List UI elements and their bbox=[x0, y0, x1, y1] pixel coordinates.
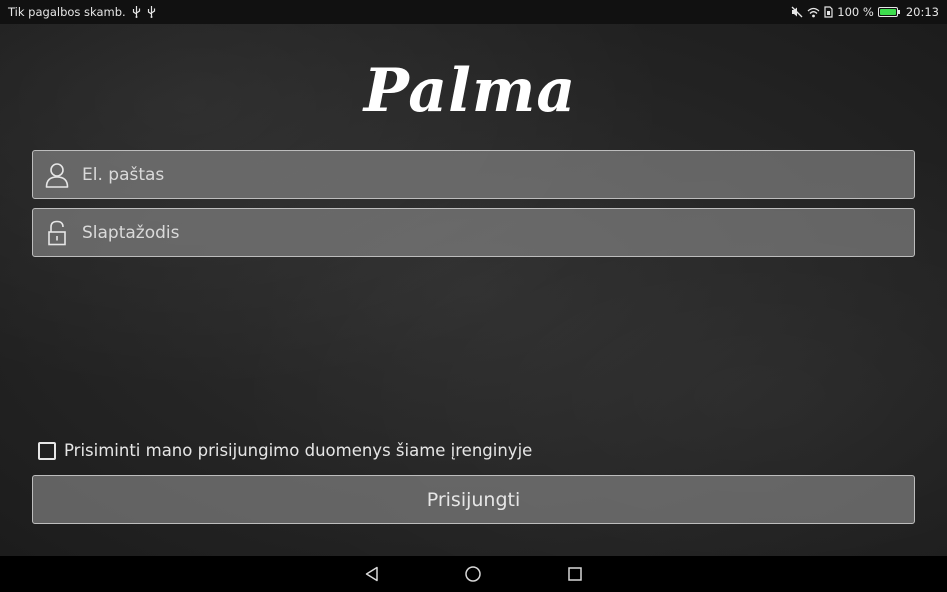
remember-label: Prisiminti mano prisijungimo duomenys ši… bbox=[64, 441, 533, 460]
remember-me[interactable]: Prisiminti mano prisijungimo duomenys ši… bbox=[38, 441, 532, 460]
navigation-bar bbox=[0, 556, 947, 592]
login-button[interactable]: Prisijungti bbox=[32, 475, 915, 524]
remember-checkbox[interactable] bbox=[38, 441, 56, 460]
email-field[interactable] bbox=[32, 150, 915, 199]
lock-icon bbox=[33, 208, 81, 257]
home-icon[interactable] bbox=[453, 556, 493, 592]
password-input[interactable] bbox=[81, 209, 914, 256]
battery-icon bbox=[877, 7, 900, 17]
carrier-text: Tik pagalbos skamb. bbox=[8, 5, 126, 19]
email-input[interactable] bbox=[81, 151, 914, 198]
battery-percent: 100 % bbox=[837, 5, 874, 19]
usb-icon bbox=[147, 6, 156, 18]
back-icon[interactable] bbox=[352, 556, 392, 592]
user-icon bbox=[33, 150, 81, 199]
sim-icon bbox=[824, 6, 833, 18]
status-bar: Tik pagalbos skamb. 100 % 20:13 bbox=[0, 0, 947, 24]
clock: 20:13 bbox=[905, 5, 939, 19]
wifi-icon bbox=[807, 7, 820, 18]
mute-icon bbox=[791, 6, 803, 18]
password-field[interactable] bbox=[32, 208, 915, 257]
recents-icon[interactable] bbox=[555, 556, 595, 592]
app-logo: Palma bbox=[363, 56, 577, 126]
login-panel: Palma Prisiminti mano pris bbox=[0, 24, 947, 556]
login-screen: Tik pagalbos skamb. 100 % 20:13 Palma El… bbox=[0, 0, 947, 592]
usb-icon bbox=[132, 6, 141, 18]
